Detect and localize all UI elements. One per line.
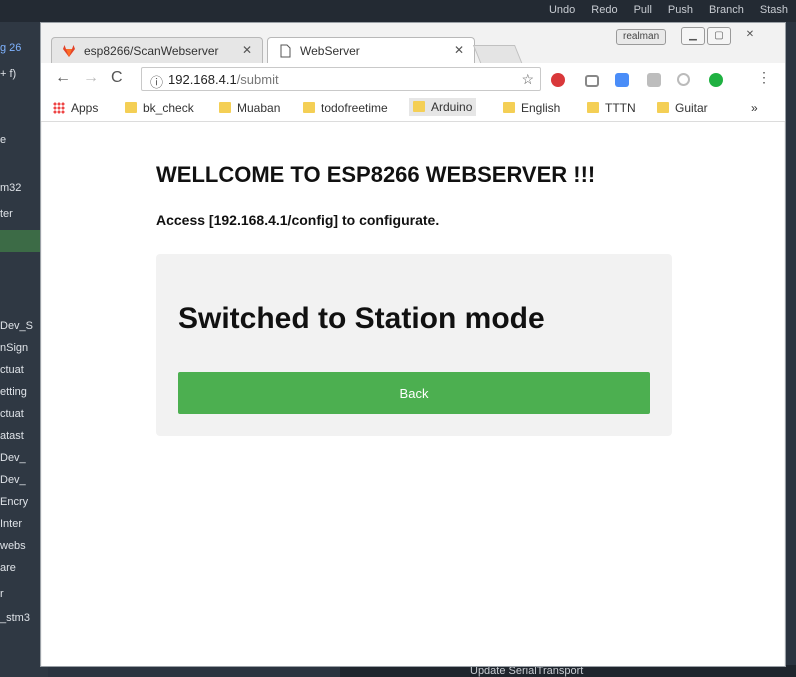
- mail-icon[interactable]: [647, 73, 661, 87]
- tab-label: WebServer: [300, 44, 360, 58]
- forward-arrow-icon[interactable]: →: [83, 69, 99, 87]
- folder-icon: [303, 102, 315, 113]
- bookmark-todofreetime[interactable]: todofreetime: [303, 101, 388, 115]
- translate-icon[interactable]: [615, 73, 629, 87]
- sidebar-item[interactable]: webs: [0, 540, 26, 552]
- bookmarks-overflow[interactable]: »: [751, 101, 758, 115]
- bookmark-guitar[interactable]: Guitar: [657, 101, 708, 115]
- sidebar-item[interactable]: Dev_: [0, 474, 26, 486]
- maximize-button[interactable]: ▢: [707, 27, 731, 45]
- sidebar-item[interactable]: atast: [0, 430, 24, 442]
- sidebar-item[interactable]: _stm3: [0, 612, 30, 624]
- green-ext-icon[interactable]: [709, 73, 723, 87]
- redo-button[interactable]: Redo: [583, 0, 625, 22]
- sidebar-item[interactable]: + f): [0, 68, 16, 80]
- status-card: Switched to Station mode Back: [156, 254, 672, 436]
- tab-label: esp8266/ScanWebserver: [84, 44, 219, 58]
- browser-window: esp8266/ScanWebserver ✕ WebServer ✕ real…: [40, 22, 786, 667]
- sidebar-item[interactable]: Dev_: [0, 452, 26, 464]
- folder-icon: [657, 102, 669, 113]
- bookmark-tttn[interactable]: TTTN: [587, 101, 636, 115]
- close-icon[interactable]: ✕: [454, 43, 464, 57]
- page-content: WELLCOME TO ESP8266 WEBSERVER !!! Access…: [42, 122, 784, 666]
- star-icon[interactable]: ☆: [521, 71, 534, 88]
- page-title: WELLCOME TO ESP8266 WEBSERVER !!!: [156, 162, 596, 187]
- sidebar-item[interactable]: Dev_S: [0, 320, 33, 332]
- gitlab-icon: [63, 45, 75, 57]
- bookmarks-bar: Apps bk_check Muaban todofreetime Arduin…: [41, 95, 785, 122]
- sidebar-item[interactable]: Inter: [0, 518, 22, 530]
- bookmark-english[interactable]: English: [503, 101, 560, 115]
- sidebar-item[interactable]: Encry: [0, 496, 28, 508]
- new-tab-button[interactable]: [472, 45, 524, 65]
- bookmark-apps[interactable]: Apps: [53, 101, 98, 115]
- url-text[interactable]: 192.168.4.1/submit: [168, 72, 279, 87]
- url-path: /submit: [236, 72, 279, 87]
- page-subtitle: Access [192.168.4.1/config] to configura…: [156, 212, 440, 228]
- stash-button[interactable]: Stash: [752, 0, 796, 22]
- tab-webserver[interactable]: WebServer ✕: [267, 37, 475, 64]
- sidebar-item[interactable]: e: [0, 134, 6, 146]
- close-icon[interactable]: ✕: [242, 43, 252, 57]
- bookmark-arduino[interactable]: Arduino: [409, 98, 477, 116]
- undo-button[interactable]: Undo: [541, 0, 583, 22]
- branch-button[interactable]: Branch: [701, 0, 752, 22]
- info-icon[interactable]: ⓘ: [150, 72, 163, 91]
- sidebar-item[interactable]: nSign: [0, 342, 28, 354]
- sidebar-item[interactable]: are: [0, 562, 16, 574]
- back-button[interactable]: Back: [178, 372, 650, 414]
- sidebar-item[interactable]: etting: [0, 386, 27, 398]
- profile-badge[interactable]: realman: [616, 29, 667, 45]
- search-ext-icon[interactable]: [677, 73, 690, 86]
- minimize-button[interactable]: ▁: [681, 27, 705, 45]
- sidebar-item[interactable]: ctuat: [0, 408, 24, 420]
- bookmark-bk-check[interactable]: bk_check: [125, 101, 194, 115]
- camera-icon[interactable]: [585, 75, 599, 87]
- back-arrow-icon[interactable]: ←: [55, 69, 71, 87]
- sidebar-item[interactable]: g 26: [0, 42, 21, 54]
- close-window-button[interactable]: ✕: [739, 27, 761, 43]
- folder-icon: [219, 102, 231, 113]
- background-toolbar: Undo Redo Pull Push Branch Stash: [541, 0, 796, 22]
- folder-icon: [413, 101, 425, 112]
- bookmark-muaban[interactable]: Muaban: [219, 101, 280, 115]
- page-icon: [280, 44, 291, 58]
- folder-icon: [125, 102, 137, 113]
- reload-icon[interactable]: C: [111, 69, 123, 87]
- sidebar-item[interactable]: r: [0, 588, 4, 600]
- title-bar: esp8266/ScanWebserver ✕ WebServer ✕ real…: [41, 23, 785, 65]
- browser-toolbar: ← → C ⓘ 192.168.4.1/submit ☆ ⋮: [41, 63, 785, 95]
- folder-icon: [503, 102, 515, 113]
- pull-button[interactable]: Pull: [626, 0, 660, 22]
- folder-icon: [587, 102, 599, 113]
- sidebar-item[interactable]: m32: [0, 182, 21, 194]
- address-bar[interactable]: ⓘ 192.168.4.1/submit ☆: [141, 67, 541, 91]
- adblock-icon[interactable]: [551, 73, 565, 87]
- sidebar-item[interactable]: ter: [0, 208, 13, 220]
- tab-scanwebserver[interactable]: esp8266/ScanWebserver ✕: [51, 37, 263, 64]
- status-message: Switched to Station mode: [178, 302, 545, 335]
- apps-grid-icon: [53, 102, 65, 114]
- url-host: 192.168.4.1: [168, 72, 237, 87]
- push-button[interactable]: Push: [660, 0, 701, 22]
- sidebar-item[interactable]: ctuat: [0, 364, 24, 376]
- menu-icon[interactable]: ⋮: [757, 69, 771, 86]
